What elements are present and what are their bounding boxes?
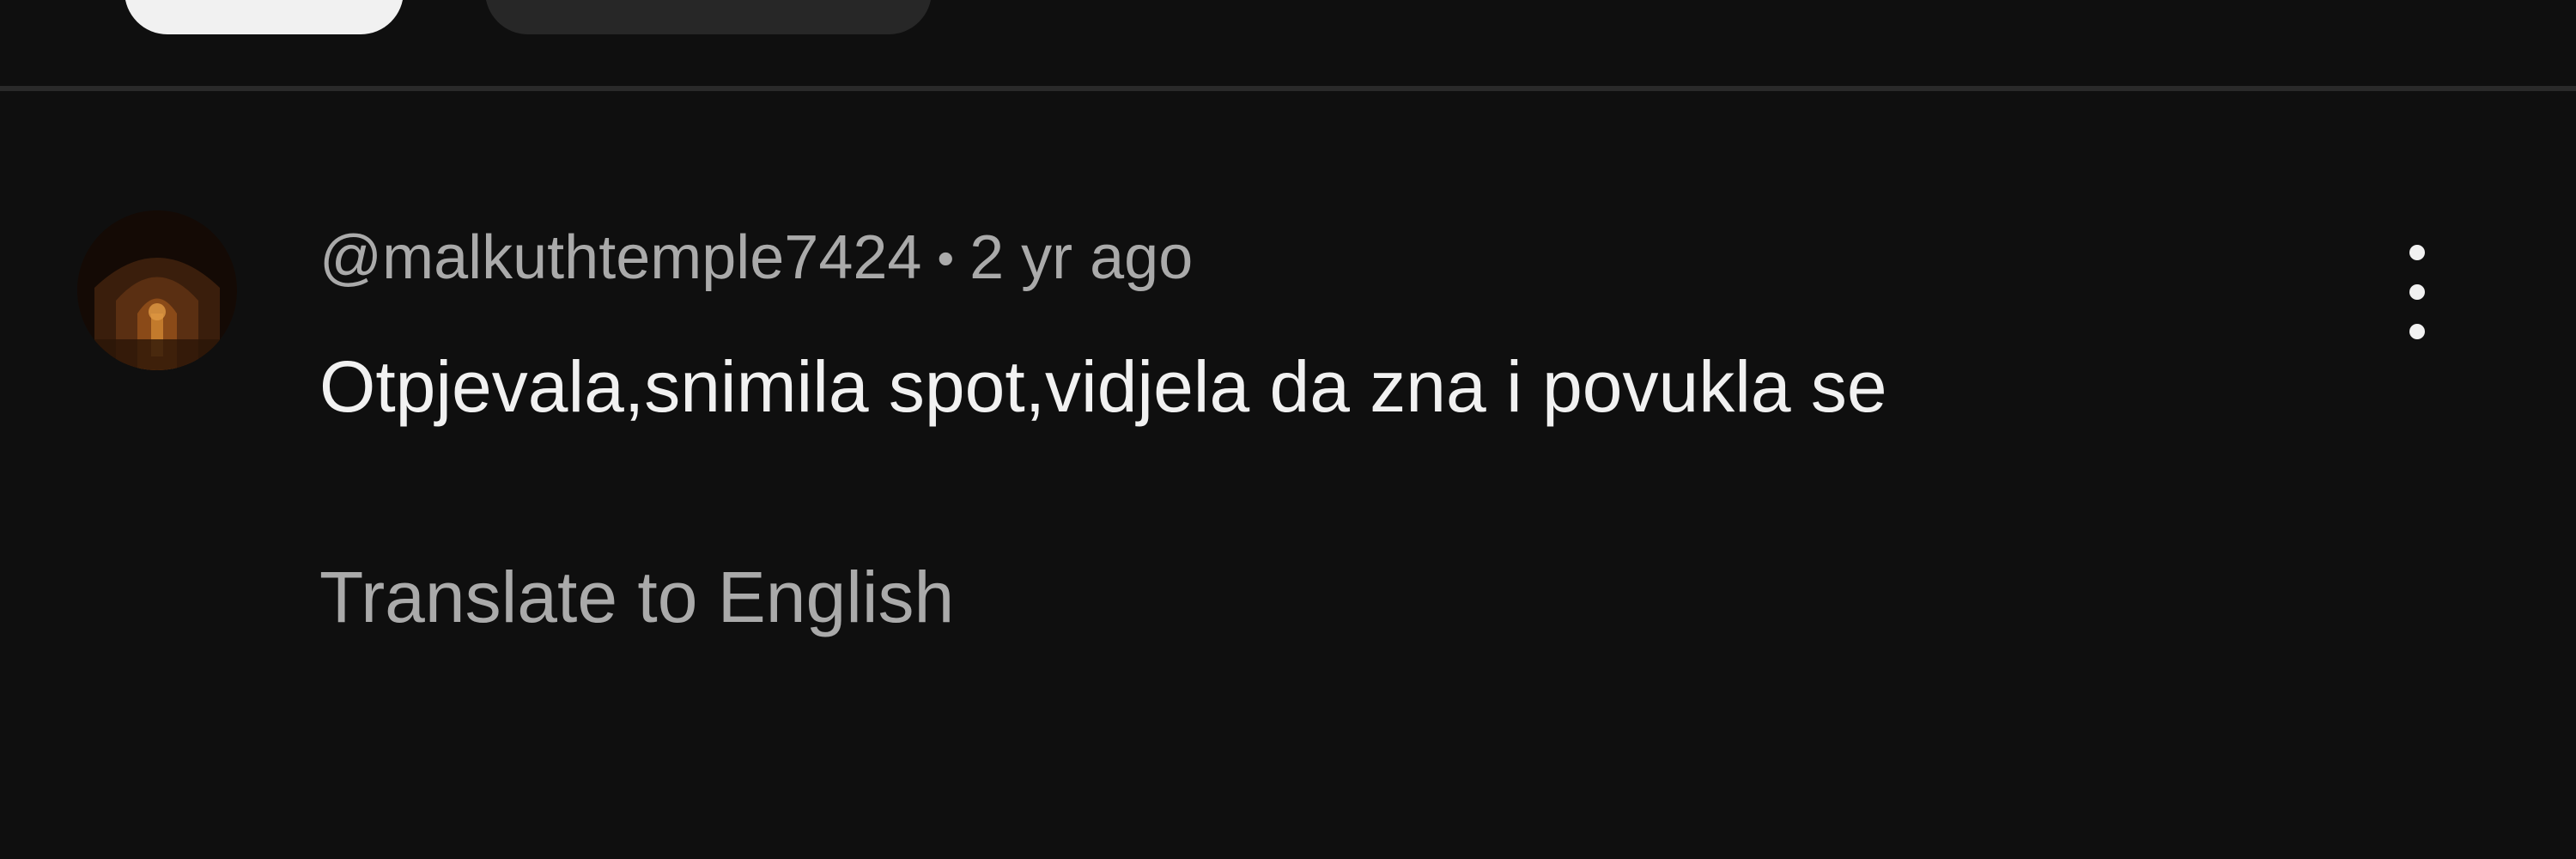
author-handle[interactable]: @malkuthtemple7424 [319,222,921,293]
comments-screen: @malkuthtemple7424 • 2 yr ago Otpjevala,… [0,0,2576,859]
menu-dot [2409,245,2425,260]
filter-chip[interactable] [485,0,932,34]
meta-separator: • [937,230,955,285]
more-vertical-icon[interactable] [2396,245,2439,339]
comment-meta: @malkuthtemple7424 • 2 yr ago [319,219,1193,296]
translate-button[interactable]: Translate to English [319,558,954,636]
menu-dot [2409,284,2425,300]
menu-dot [2409,324,2425,339]
avatar[interactable] [77,210,237,370]
comment-timestamp: 2 yr ago [969,223,1194,292]
filter-chip-selected[interactable] [125,0,404,34]
section-divider [0,86,2576,91]
comment-text: Otpjevala,snimila spot,vidjela da zna i … [319,346,1887,427]
cathedral-avatar-icon [77,210,237,370]
